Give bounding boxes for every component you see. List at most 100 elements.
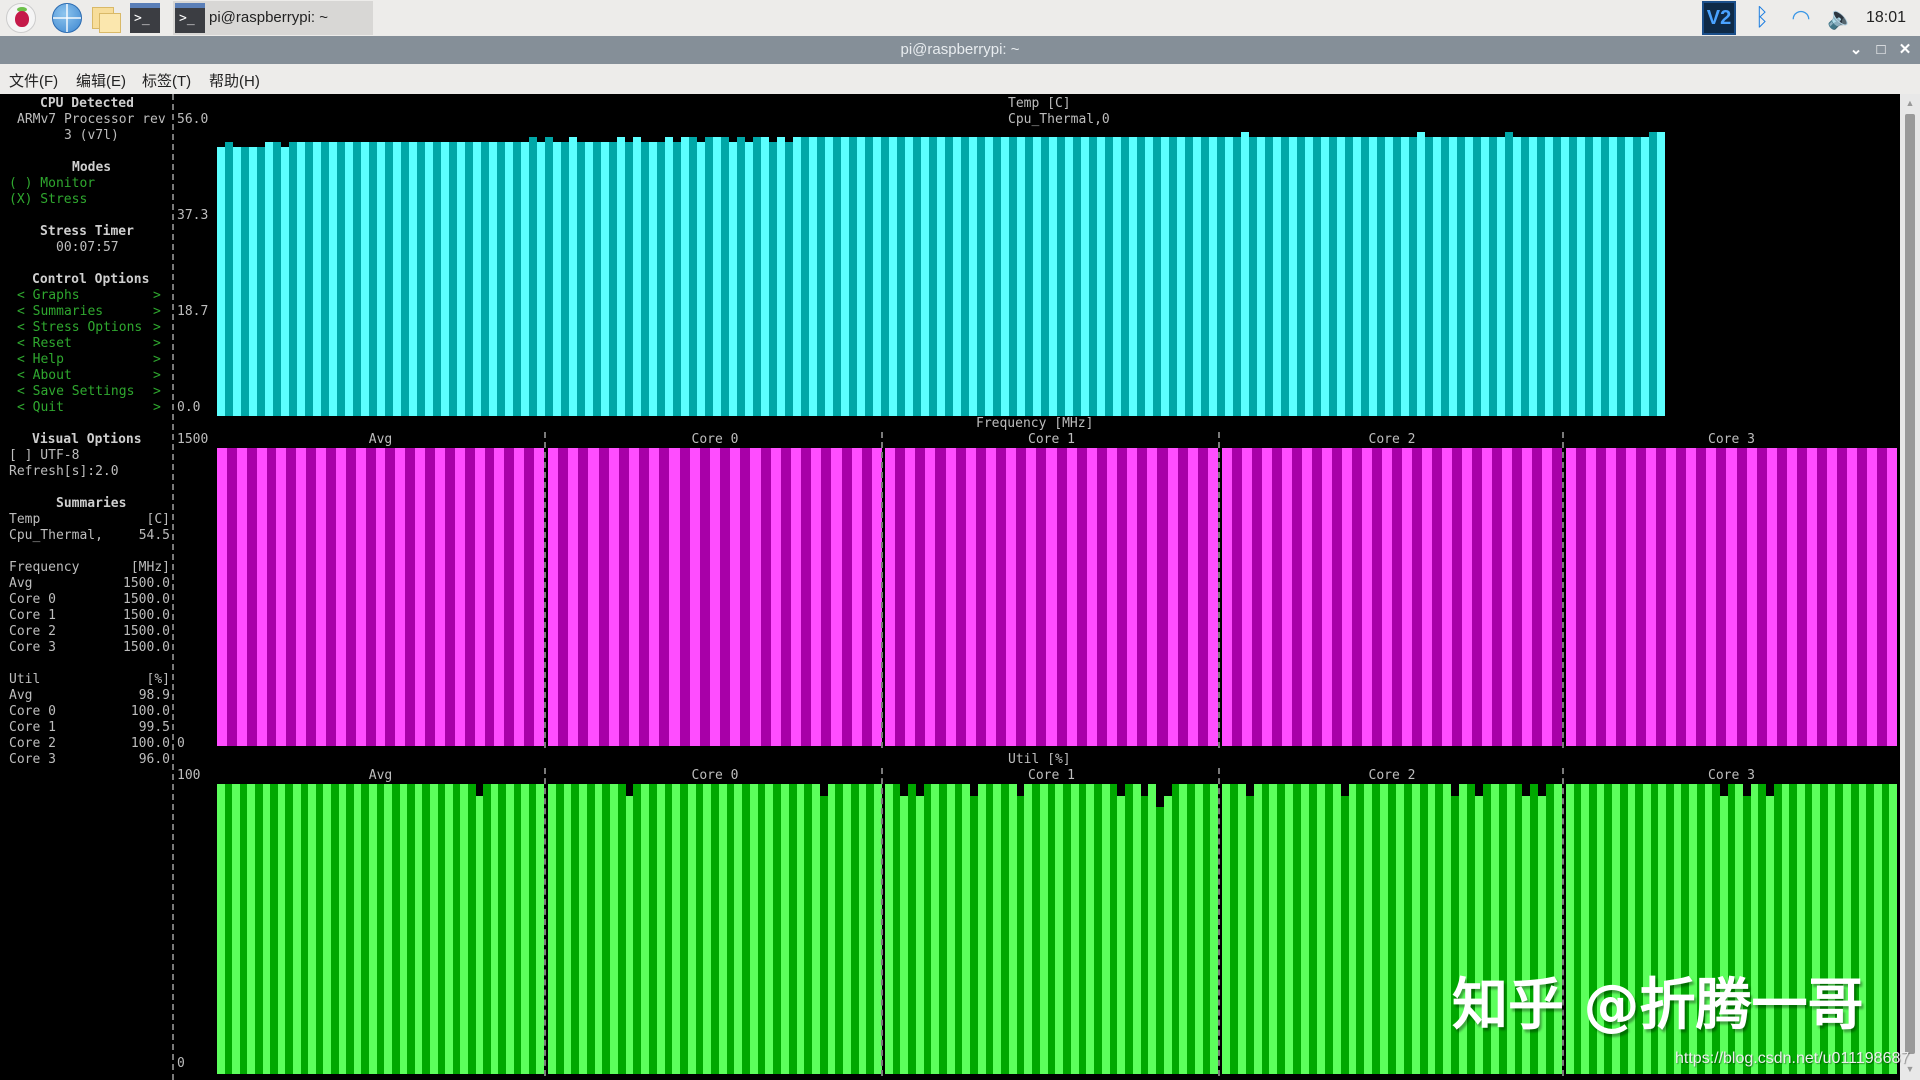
temp-bar	[1601, 137, 1609, 416]
freq-bar	[484, 448, 495, 746]
control-option-save-settings[interactable]: < Save Settings >	[17, 384, 161, 400]
temp-bar	[281, 147, 289, 416]
freq-bar	[1646, 448, 1657, 746]
summary-frequency-row-label: Core 0	[9, 592, 56, 607]
temp-bar	[577, 142, 585, 416]
freq-bar	[415, 448, 426, 746]
util-bar	[224, 784, 233, 1074]
temp-bar	[777, 137, 785, 416]
util-bar	[695, 784, 704, 1074]
taskbar-window-button[interactable]: >_ pi@raspberrypi: ~	[173, 1, 373, 35]
menu-file[interactable]: 文件(F)	[9, 70, 58, 91]
freq-bar	[1292, 448, 1302, 746]
temp-bar	[681, 137, 689, 416]
terminal-icon[interactable]: >_	[130, 3, 160, 33]
vnc-icon[interactable]: V2	[1702, 1, 1736, 35]
temp-bar	[889, 137, 897, 416]
temp-bar	[305, 142, 313, 416]
raspberry-menu-icon[interactable]	[6, 3, 36, 33]
util-panel-divider	[1218, 768, 1220, 1076]
control-option-quit[interactable]: < Quit >	[17, 400, 161, 416]
freq-bar	[425, 448, 435, 746]
temp-bar	[329, 142, 337, 416]
temp-bar	[1577, 137, 1585, 416]
freq-bar	[1242, 448, 1252, 746]
control-option-reset[interactable]: < Reset >	[17, 336, 161, 352]
util-bar	[490, 784, 499, 1074]
file-manager-icon[interactable]	[90, 3, 121, 33]
util-bar	[908, 784, 916, 1074]
bluetooth-icon[interactable]: ᛒ	[1752, 0, 1772, 36]
freq-bar	[1586, 448, 1597, 746]
freq-bar	[1856, 448, 1867, 746]
freq-bar	[435, 448, 445, 746]
util-bar	[656, 784, 665, 1074]
window-titlebar[interactable]: pi@raspberrypi: ~ ⌄ □ ✕	[0, 36, 1920, 64]
summary-util-row-value: 100.0	[130, 704, 170, 719]
control-option-help[interactable]: < Help >	[17, 352, 161, 368]
util-bar	[239, 784, 248, 1074]
menu-edit[interactable]: 编辑(E)	[76, 70, 126, 91]
utf8-checkbox[interactable]: [ ] UTF-8	[9, 448, 79, 464]
control-option-stress-options[interactable]: < Stress Options >	[17, 320, 161, 336]
wifi-icon[interactable]: ◠	[1786, 0, 1816, 36]
clock[interactable]: 18:01	[1866, 0, 1916, 36]
freq-bar	[885, 448, 896, 746]
temp-bar	[417, 142, 425, 416]
temp-bar	[1489, 137, 1497, 416]
freq-bar	[1282, 448, 1292, 746]
util-bar	[617, 784, 626, 1074]
bracket-left: <	[17, 336, 33, 351]
scroll-up-arrow-icon[interactable]: ▲	[1904, 98, 1916, 110]
util-bar	[1372, 784, 1381, 1074]
temp-bar	[1169, 137, 1177, 416]
freq-bar	[345, 448, 356, 746]
refresh-rate[interactable]: Refresh[s]:2.0	[9, 464, 119, 480]
temp-bar	[1001, 137, 1009, 416]
terminal[interactable]: CPU Detected ARMv7 Processor rev 3 (v7l)…	[0, 94, 1900, 1080]
summary-temp-row-label: Cpu_Thermal,	[9, 528, 103, 543]
terminal-scrollbar[interactable]: ▲ ▼	[1900, 94, 1920, 1080]
freq-bar	[925, 448, 936, 746]
menu-help[interactable]: 帮助(H)	[209, 70, 260, 91]
freq-bar	[534, 448, 544, 746]
util-bar	[255, 784, 263, 1074]
util-bar	[915, 796, 924, 1074]
util-bar	[664, 784, 673, 1074]
menu-tabs[interactable]: 标签(T)	[142, 70, 191, 91]
temp-bar	[1097, 137, 1105, 416]
util-bar	[610, 784, 618, 1074]
util-bar	[498, 784, 506, 1074]
minimize-button[interactable]: ⌄	[1846, 40, 1866, 60]
temp-bar	[905, 137, 913, 416]
temp-bar	[1497, 137, 1505, 416]
util-bar	[1132, 784, 1141, 1074]
temp-bar	[969, 137, 977, 416]
freq-bar	[965, 448, 976, 746]
util-panel-2	[885, 784, 1218, 1074]
mode-monitor-radio[interactable]: ( ) Monitor	[9, 176, 95, 192]
util-bar	[548, 784, 556, 1074]
temp-bar	[337, 142, 345, 416]
control-option-summaries[interactable]: < Summaries >	[17, 304, 161, 320]
util-bar	[594, 784, 603, 1074]
util-bar	[835, 784, 844, 1074]
control-option-graphs[interactable]: < Graphs >	[17, 288, 161, 304]
util-bar	[1293, 784, 1302, 1074]
freq-bar	[841, 448, 852, 746]
freq-bar	[1596, 448, 1607, 746]
maximize-button[interactable]: □	[1871, 40, 1891, 60]
freq-bar	[649, 448, 660, 746]
scrollbar-thumb[interactable]	[1905, 114, 1915, 1054]
freq-bar	[1272, 448, 1282, 746]
mode-stress-radio[interactable]: (X) Stress	[9, 192, 87, 208]
close-button[interactable]: ✕	[1895, 40, 1915, 60]
control-option-about[interactable]: < About >	[17, 368, 161, 384]
volume-icon[interactable]: 🔈	[1826, 0, 1856, 36]
freq-bar	[1262, 448, 1272, 746]
web-browser-icon[interactable]	[52, 3, 82, 33]
util-bar	[1032, 784, 1040, 1074]
temp-bar	[529, 137, 537, 416]
freq-bar	[1177, 448, 1188, 746]
temp-bar	[609, 142, 617, 416]
